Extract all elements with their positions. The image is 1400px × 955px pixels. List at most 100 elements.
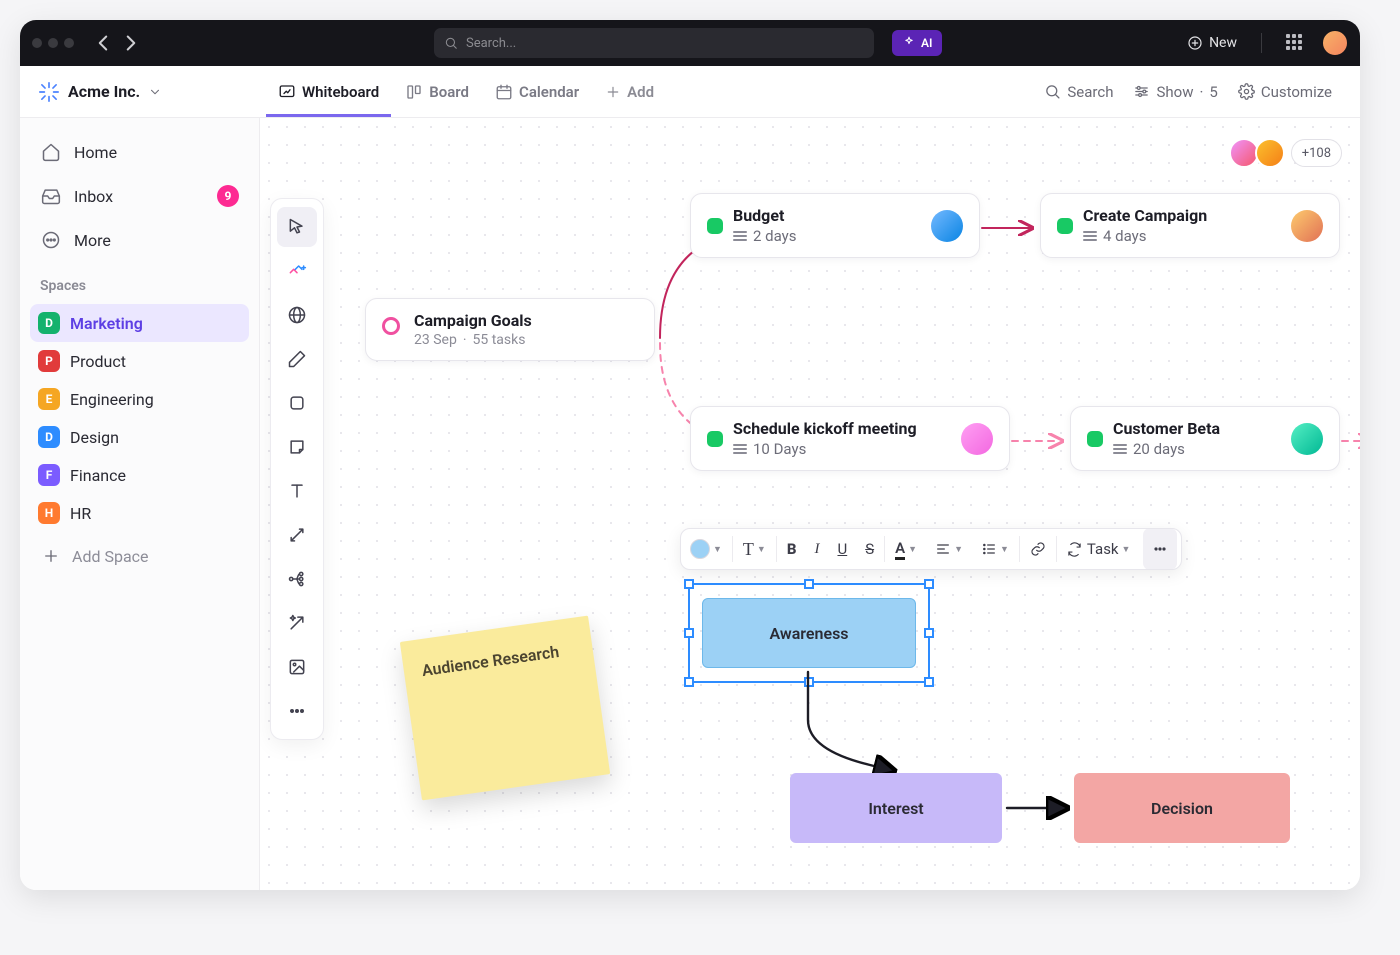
link-button[interactable] — [1021, 528, 1055, 570]
space-badge-icon: D — [38, 312, 60, 334]
tool-connector[interactable] — [277, 515, 317, 555]
tool-mindmap[interactable] — [277, 559, 317, 599]
sidebar-space-engineering[interactable]: EEngineering — [30, 380, 249, 418]
sidebar-space-product[interactable]: PProduct — [30, 342, 249, 380]
goal-title: Campaign Goals — [414, 311, 532, 330]
tool-image[interactable] — [277, 647, 317, 687]
sticky-note[interactable]: Audience Research — [400, 616, 610, 801]
status-square-icon — [707, 218, 723, 234]
italic-button[interactable]: I — [805, 528, 828, 570]
gear-icon — [1238, 83, 1255, 100]
convert-task-button[interactable]: Task▼ — [1058, 528, 1140, 570]
sidebar-space-marketing[interactable]: DMarketing — [30, 304, 249, 342]
tool-ai-shapes[interactable] — [277, 251, 317, 291]
status-square-icon — [707, 431, 723, 447]
list-button[interactable]: ▼ — [972, 528, 1018, 570]
toolbar-more-button[interactable] — [1143, 528, 1177, 570]
spaces-section-label: Spaces — [30, 264, 249, 300]
new-button[interactable]: New — [1179, 35, 1245, 51]
user-avatar[interactable] — [1322, 30, 1348, 56]
plus-icon — [605, 84, 621, 100]
list-icon — [981, 541, 997, 557]
link-icon — [1030, 541, 1046, 557]
sidebar-item-inbox[interactable]: Inbox 9 — [30, 176, 249, 216]
assignee-avatar[interactable] — [931, 210, 963, 242]
task-card-kickoff[interactable]: Schedule kickoff meeting 10 Days — [690, 406, 1010, 471]
tab-calendar[interactable]: Calendar — [483, 66, 591, 117]
inbox-badge: 9 — [217, 185, 239, 207]
global-search-input[interactable]: Search... — [434, 28, 874, 58]
tool-pen[interactable] — [277, 339, 317, 379]
task-card-budget[interactable]: Budget 2 days — [690, 193, 980, 258]
color-swatch-icon — [690, 539, 710, 559]
task-card-customer-beta[interactable]: Customer Beta 20 days — [1070, 406, 1340, 471]
search-icon — [444, 36, 458, 50]
more-icon — [40, 229, 62, 251]
search-placeholder: Search... — [466, 36, 516, 51]
add-space-button[interactable]: Add Space — [30, 536, 249, 576]
nav-back-button[interactable] — [90, 30, 116, 56]
tool-more[interactable] — [277, 691, 317, 731]
description-icon — [1113, 444, 1127, 454]
ai-button[interactable]: AI — [892, 30, 942, 56]
calendar-icon — [495, 83, 513, 101]
sidebar-space-hr[interactable]: HHR — [30, 494, 249, 532]
flow-arrow — [1005, 796, 1075, 820]
assignee-avatar[interactable] — [1291, 423, 1323, 455]
space-badge-icon: H — [38, 502, 60, 524]
tool-text[interactable] — [277, 471, 317, 511]
whiteboard-icon — [278, 83, 296, 101]
whiteboard-canvas[interactable]: +108 — [260, 118, 1360, 890]
text-color-button[interactable]: A▼ — [886, 528, 926, 570]
sidebar: Home Inbox 9 More Spaces DMarketingPProd… — [20, 118, 260, 890]
home-icon — [40, 141, 62, 163]
underline-button[interactable]: U — [828, 528, 856, 570]
add-view-button[interactable]: Add — [593, 66, 666, 117]
sidebar-space-finance[interactable]: FFinance — [30, 456, 249, 494]
strikethrough-button[interactable]: S — [856, 528, 883, 570]
customize-button[interactable]: Customize — [1228, 83, 1342, 101]
search-icon — [1044, 83, 1061, 100]
presence-overflow[interactable]: +108 — [1291, 139, 1342, 167]
sidebar-item-more[interactable]: More — [30, 220, 249, 260]
tab-board[interactable]: Board — [393, 66, 481, 117]
sidebar-space-design[interactable]: DDesign — [30, 418, 249, 456]
sliders-icon — [1133, 83, 1150, 100]
tool-magic[interactable] — [277, 603, 317, 643]
workspace-switcher[interactable]: Acme Inc. — [38, 81, 266, 103]
align-icon — [935, 541, 951, 557]
tool-rail — [270, 198, 324, 740]
tool-shape[interactable] — [277, 383, 317, 423]
chevron-down-icon — [148, 85, 162, 99]
flow-box-awareness[interactable]: Awareness — [702, 598, 916, 668]
apps-grid-icon[interactable] — [1286, 34, 1304, 52]
task-card-create-campaign[interactable]: Create Campaign 4 days — [1040, 193, 1340, 258]
status-square-icon — [1057, 218, 1073, 234]
nav-forward-button[interactable] — [118, 30, 144, 56]
assignee-avatar[interactable] — [961, 423, 993, 455]
search-view-button[interactable]: Search — [1034, 83, 1123, 101]
flow-box-decision[interactable]: Decision — [1074, 773, 1290, 843]
tool-web[interactable] — [277, 295, 317, 335]
space-badge-icon: D — [38, 426, 60, 448]
tool-sticky[interactable] — [277, 427, 317, 467]
text-format-toolbar: ▼ T▼ B I U S A▼ ▼ ▼ Task▼ — [680, 528, 1182, 570]
tool-pointer[interactable] — [277, 207, 317, 247]
status-ring-icon — [382, 317, 400, 335]
sidebar-item-home[interactable]: Home — [30, 132, 249, 172]
fill-color-button[interactable]: ▼ — [681, 528, 731, 570]
description-icon — [733, 231, 747, 241]
flow-box-interest[interactable]: Interest — [790, 773, 1002, 843]
font-size-button[interactable]: T▼ — [734, 528, 775, 570]
presence-stack[interactable]: +108 — [1239, 138, 1342, 168]
goal-card[interactable]: Campaign Goals 23 Sep·55 tasks — [365, 298, 655, 361]
bold-button[interactable]: B — [778, 528, 806, 570]
presence-avatar[interactable] — [1255, 138, 1285, 168]
window-traffic-lights[interactable] — [32, 38, 74, 48]
plus-circle-icon — [1187, 35, 1203, 51]
space-badge-icon: F — [38, 464, 60, 486]
show-button[interactable]: Show · 5 — [1123, 83, 1227, 101]
tab-whiteboard[interactable]: Whiteboard — [266, 66, 391, 117]
align-button[interactable]: ▼ — [926, 528, 972, 570]
assignee-avatar[interactable] — [1291, 210, 1323, 242]
